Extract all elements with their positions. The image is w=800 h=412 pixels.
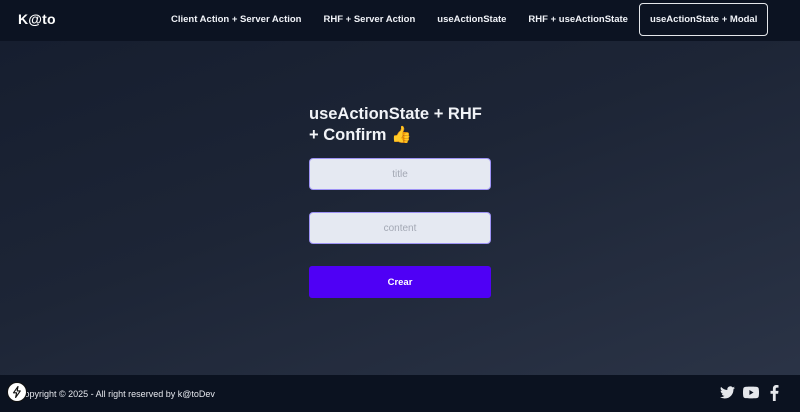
create-form: useActionState + RHF + Confirm 👍 Crear xyxy=(309,104,491,298)
nav-links: Client Action + Server Action RHF + Serv… xyxy=(160,3,769,36)
create-button[interactable]: Crear xyxy=(309,266,491,298)
footer: Copyright © 2025 - All right reserved by… xyxy=(0,375,800,412)
form-title: useActionState + RHF + Confirm 👍 xyxy=(309,105,482,144)
facebook-icon[interactable] xyxy=(770,384,779,406)
dev-tools-badge[interactable] xyxy=(7,382,27,402)
nav-link-client-server-action[interactable]: Client Action + Server Action xyxy=(160,3,312,36)
top-navbar: K@to Client Action + Server Action RHF +… xyxy=(0,0,800,41)
bolt-icon xyxy=(12,386,21,398)
brand-logo[interactable]: K@to xyxy=(18,11,56,27)
copyright-text: Copyright © 2025 - All right reserved by… xyxy=(18,389,215,399)
twitter-icon[interactable] xyxy=(720,386,735,404)
youtube-icon[interactable] xyxy=(742,386,760,404)
nav-link-rhf-use-action-state[interactable]: RHF + useActionState xyxy=(517,3,639,36)
nav-link-rhf-server-action[interactable]: RHF + Server Action xyxy=(312,3,426,36)
nav-link-use-action-state[interactable]: useActionState xyxy=(426,3,517,36)
title-input[interactable] xyxy=(309,158,491,190)
content-input[interactable] xyxy=(309,212,491,244)
nav-link-use-action-state-modal[interactable]: useActionState + Modal xyxy=(638,3,769,36)
